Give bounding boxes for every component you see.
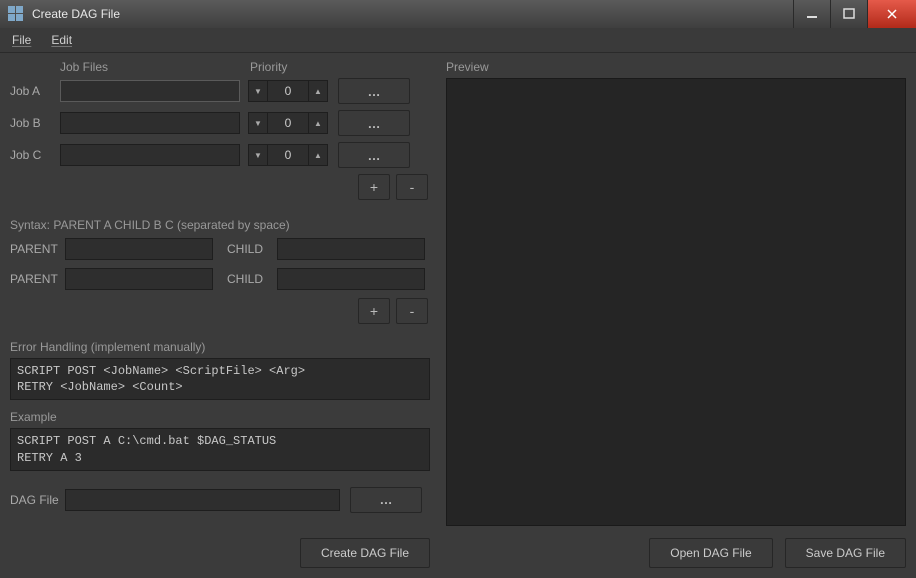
minimize-button[interactable] xyxy=(793,0,830,28)
pc-add-button[interactable]: + xyxy=(358,298,390,324)
pc1-child-input[interactable] xyxy=(277,238,425,260)
job-c-file-input[interactable] xyxy=(60,144,240,166)
example-label: Example xyxy=(10,410,430,424)
titlebar: Create DAG File xyxy=(0,0,916,29)
job-a-file-input[interactable] xyxy=(60,80,240,102)
job-headers: Job Files Priority xyxy=(10,60,430,74)
pc1-child-label: CHILD xyxy=(227,242,277,256)
error-handling-text[interactable]: SCRIPT POST <JobName> <ScriptFile> <Arg>… xyxy=(10,358,430,400)
job-c-priority-down[interactable]: ▼ xyxy=(248,144,268,166)
parent-child-row-1: PARENT CHILD xyxy=(10,238,430,260)
job-a-priority-up[interactable]: ▲ xyxy=(308,80,328,102)
preview-box[interactable] xyxy=(446,78,906,526)
window-title: Create DAG File xyxy=(32,7,120,21)
job-c-label: Job C xyxy=(10,148,60,162)
dag-file-row: DAG File … xyxy=(10,487,430,513)
app-window: Create DAG File File Edit Job Files Prio… xyxy=(0,0,916,578)
job-row-a: Job A ▼ 0 ▲ … xyxy=(10,78,430,104)
job-remove-button[interactable]: - xyxy=(396,174,428,200)
error-handling-label: Error Handling (implement manually) xyxy=(10,340,430,354)
pc1-parent-input[interactable] xyxy=(65,238,213,260)
content: Job Files Priority Job A ▼ 0 ▲ … Job B xyxy=(0,52,916,578)
dag-file-label: DAG File xyxy=(10,493,65,507)
job-c-priority-up[interactable]: ▲ xyxy=(308,144,328,166)
syntax-label: Syntax: PARENT A CHILD B C (separated by… xyxy=(10,218,430,232)
preview-label: Preview xyxy=(446,60,906,74)
job-a-label: Job A xyxy=(10,84,60,98)
pc2-child-input[interactable] xyxy=(277,268,425,290)
job-c-priority-spinner: ▼ 0 ▲ xyxy=(248,144,328,166)
header-priority: Priority xyxy=(250,60,340,74)
left-panel: Job Files Priority Job A ▼ 0 ▲ … Job B xyxy=(10,60,430,568)
job-c-browse-button[interactable]: … xyxy=(338,142,410,168)
pc2-parent-input[interactable] xyxy=(65,268,213,290)
job-b-browse-button[interactable]: … xyxy=(338,110,410,136)
pc-remove-button[interactable]: - xyxy=(396,298,428,324)
dag-file-input[interactable] xyxy=(65,489,340,511)
pc2-child-label: CHILD xyxy=(227,272,277,286)
job-b-label: Job B xyxy=(10,116,60,130)
left-footer: Create DAG File xyxy=(10,526,430,568)
job-add-button[interactable]: + xyxy=(358,174,390,200)
job-a-browse-button[interactable]: … xyxy=(338,78,410,104)
job-b-priority-up[interactable]: ▲ xyxy=(308,112,328,134)
save-dag-button[interactable]: Save DAG File xyxy=(785,538,906,568)
menu-file[interactable]: File xyxy=(12,33,31,47)
window-controls xyxy=(793,0,916,28)
example-text: SCRIPT POST A C:\cmd.bat $DAG_STATUS RET… xyxy=(10,428,430,470)
job-a-priority-spinner: ▼ 0 ▲ xyxy=(248,80,328,102)
close-button[interactable] xyxy=(867,0,916,28)
create-dag-button[interactable]: Create DAG File xyxy=(300,538,430,568)
right-panel: Preview Open DAG File Save DAG File xyxy=(446,60,906,568)
menu-edit[interactable]: Edit xyxy=(51,33,72,47)
parent-child-row-2: PARENT CHILD xyxy=(10,268,430,290)
job-b-priority-value[interactable]: 0 xyxy=(268,112,308,134)
app-icon xyxy=(8,6,24,22)
job-row-c: Job C ▼ 0 ▲ … xyxy=(10,142,430,168)
job-add-remove: + - xyxy=(10,174,430,200)
right-footer: Open DAG File Save DAG File xyxy=(446,526,906,568)
maximize-button[interactable] xyxy=(830,0,867,28)
menubar: File Edit xyxy=(0,28,916,53)
job-a-priority-value[interactable]: 0 xyxy=(268,80,308,102)
dag-file-browse-button[interactable]: … xyxy=(350,487,422,513)
job-row-b: Job B ▼ 0 ▲ … xyxy=(10,110,430,136)
job-b-file-input[interactable] xyxy=(60,112,240,134)
job-c-priority-value[interactable]: 0 xyxy=(268,144,308,166)
pc-add-remove: + - xyxy=(10,298,430,324)
pc1-parent-label: PARENT xyxy=(10,242,65,256)
open-dag-button[interactable]: Open DAG File xyxy=(649,538,772,568)
pc2-parent-label: PARENT xyxy=(10,272,65,286)
job-a-priority-down[interactable]: ▼ xyxy=(248,80,268,102)
job-b-priority-down[interactable]: ▼ xyxy=(248,112,268,134)
job-b-priority-spinner: ▼ 0 ▲ xyxy=(248,112,328,134)
header-job-files: Job Files xyxy=(60,60,250,74)
